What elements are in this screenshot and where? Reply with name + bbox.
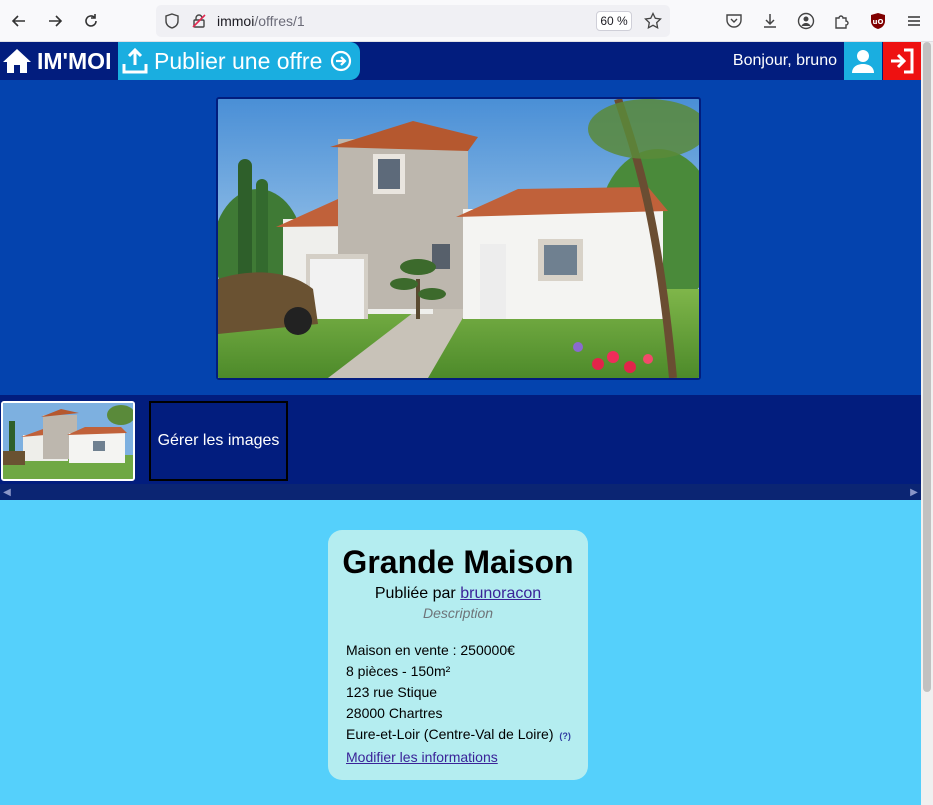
price-line: Maison en vente : 250000€ bbox=[346, 642, 515, 658]
scroll-left-icon[interactable]: ◀ bbox=[0, 484, 14, 500]
extensions-icon[interactable] bbox=[830, 9, 854, 33]
home-icon bbox=[3, 49, 31, 73]
hero-section bbox=[0, 80, 921, 395]
offer-title: Grande Maison bbox=[342, 544, 574, 580]
address-bar[interactable]: immoi/offres/1 60 % bbox=[156, 5, 670, 37]
svg-text:uO: uO bbox=[873, 18, 884, 26]
city-line: 28000 Chartres bbox=[346, 705, 443, 721]
user-icon bbox=[852, 50, 874, 73]
logout-button[interactable] bbox=[883, 42, 921, 80]
reload-icon[interactable] bbox=[79, 9, 103, 33]
downloads-icon[interactable] bbox=[758, 9, 782, 33]
region-text: Eure-et-Loir (Centre-Val de Loire) bbox=[346, 726, 554, 742]
offer-info-card: Grande Maison Publiée par brunoracon Des… bbox=[328, 530, 588, 780]
pocket-icon[interactable] bbox=[722, 9, 746, 33]
upload-icon bbox=[122, 47, 148, 74]
main-property-photo[interactable] bbox=[216, 97, 701, 380]
thumbnail-image[interactable] bbox=[1, 401, 135, 481]
zoom-level-badge[interactable]: 60 % bbox=[596, 11, 632, 31]
shield-icon[interactable] bbox=[164, 13, 180, 34]
scrollbar-thumb[interactable] bbox=[923, 42, 931, 692]
modify-info-link[interactable]: Modifier les informations bbox=[346, 749, 498, 765]
bookmark-star-icon[interactable] bbox=[644, 11, 662, 35]
page-content: IM'MOI Publier une offre Bonjour, bruno bbox=[0, 42, 921, 805]
url-text[interactable]: immoi/offres/1 bbox=[217, 13, 305, 29]
region-line: Eure-et-Loir (Centre-Val de Loire) (?) bbox=[346, 724, 571, 747]
vertical-scrollbar[interactable] bbox=[921, 42, 933, 805]
account-icon[interactable] bbox=[794, 9, 818, 33]
back-icon[interactable] bbox=[7, 9, 31, 33]
thumbnail-strip: Gérer les images ◀ ▶ bbox=[0, 395, 921, 500]
logout-icon bbox=[891, 48, 914, 74]
url-host: immoi bbox=[217, 13, 255, 29]
url-path: /offres/1 bbox=[254, 13, 305, 29]
brand-home-link[interactable]: IM'MOI bbox=[0, 42, 111, 80]
author-link[interactable]: brunoracon bbox=[460, 585, 541, 602]
ublock-icon[interactable]: uO bbox=[866, 9, 890, 33]
offer-author-line: Publiée par brunoracon bbox=[328, 585, 588, 603]
offer-description: Description bbox=[422, 605, 494, 621]
manage-images-button[interactable]: Gérer les images bbox=[149, 401, 288, 481]
publish-offer-label: Publier une offre bbox=[154, 47, 323, 74]
horizontal-scrollbar[interactable]: ◀ ▶ bbox=[0, 484, 921, 500]
forward-icon[interactable] bbox=[43, 9, 67, 33]
site-header: IM'MOI Publier une offre Bonjour, bruno bbox=[0, 42, 921, 80]
arrow-circle-right-icon bbox=[331, 50, 352, 72]
user-greeting: Bonjour, bruno bbox=[732, 52, 837, 69]
offer-details: Maison en vente : 250000€ 8 pièces - 150… bbox=[346, 640, 571, 768]
scroll-right-icon[interactable]: ▶ bbox=[907, 484, 921, 500]
insecure-lock-icon[interactable] bbox=[191, 13, 207, 34]
brand-name: IM'MOI bbox=[37, 47, 112, 74]
publish-offer-button[interactable]: Publier une offre bbox=[118, 42, 360, 80]
rooms-line: 8 pièces - 150m² bbox=[346, 663, 451, 679]
published-by-label: Publiée par bbox=[374, 585, 456, 602]
address-line: 123 rue Stique bbox=[346, 684, 438, 700]
menu-icon[interactable] bbox=[902, 9, 926, 33]
browser-toolbar: immoi/offres/1 60 % uO bbox=[0, 0, 933, 42]
region-help-link[interactable]: (?) bbox=[559, 731, 571, 741]
profile-button[interactable] bbox=[844, 42, 882, 80]
